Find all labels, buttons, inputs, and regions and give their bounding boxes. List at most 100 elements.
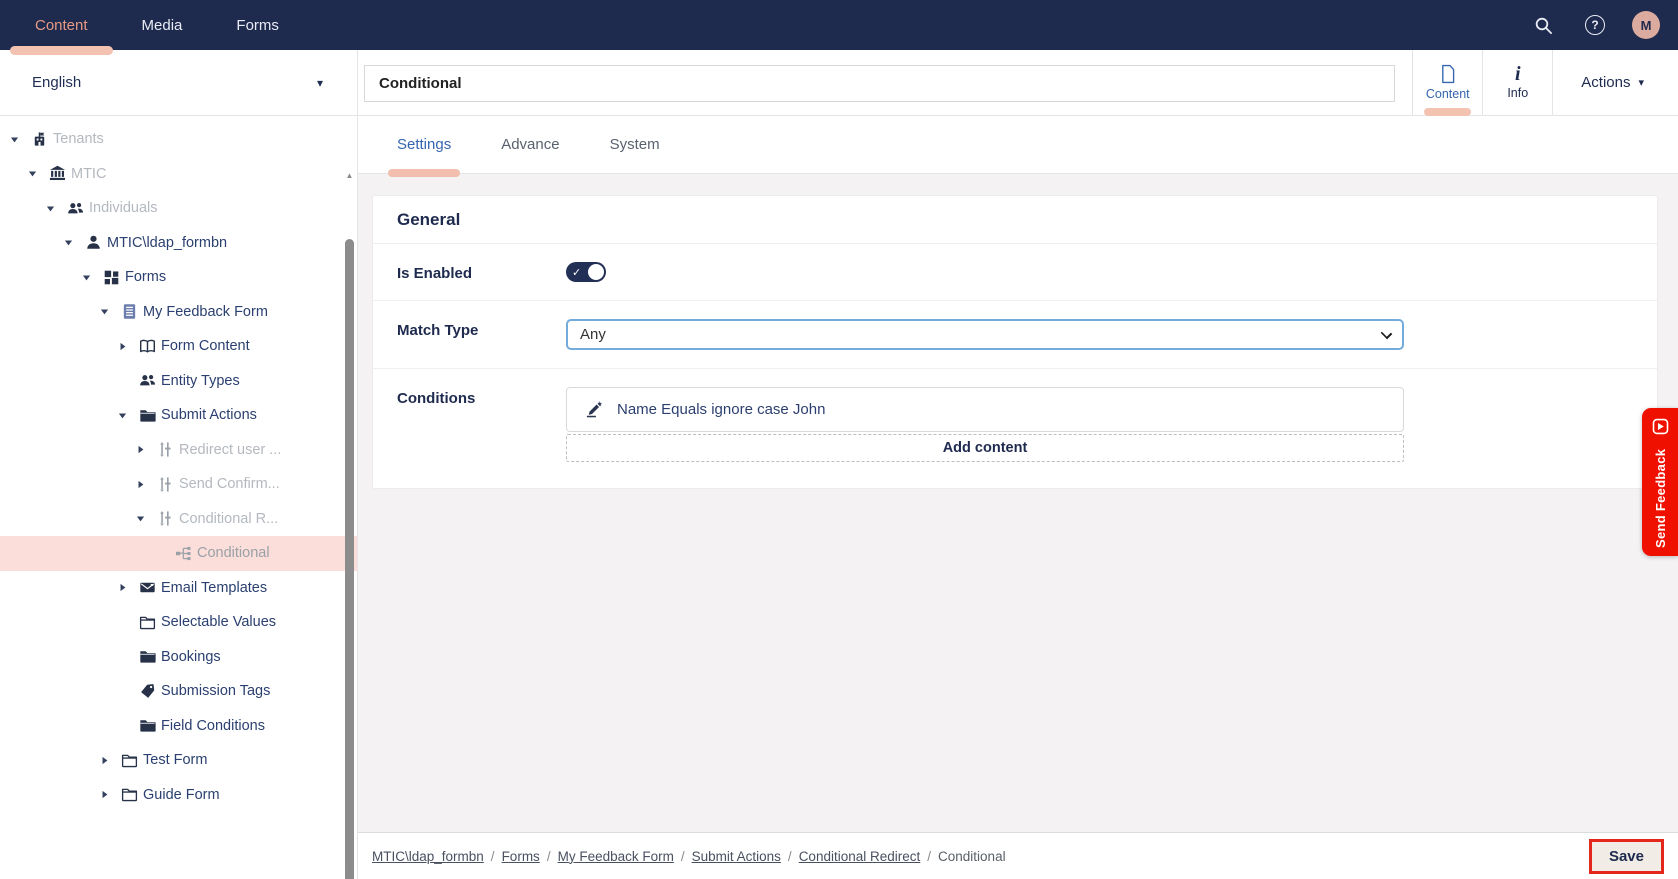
- add-content-button[interactable]: Add content: [566, 434, 1404, 462]
- footer-bar: MTIC\ldap_formbn/Forms/My Feedback Form/…: [358, 832, 1678, 879]
- tenants-icon: [27, 131, 51, 148]
- tree-item-my-feedback-form[interactable]: My Feedback Form: [0, 295, 357, 330]
- content-document-icon: [1440, 64, 1456, 84]
- caret-down-icon[interactable]: [46, 204, 63, 213]
- tag-icon: [135, 683, 159, 700]
- caret-down-icon[interactable]: [136, 514, 153, 523]
- tree-item-entity-types[interactable]: Entity Types: [0, 364, 357, 399]
- grid-icon: [99, 269, 123, 286]
- caret-down-icon[interactable]: [10, 135, 27, 144]
- is-enabled-row: Is Enabled ✓: [373, 244, 1657, 301]
- tree-item-submit-actions[interactable]: Submit Actions: [0, 398, 357, 433]
- match-type-label: Match Type: [397, 319, 566, 350]
- caret-right-icon[interactable]: [118, 342, 135, 351]
- main-panel: Content i Info Actions ▾ Settings Advance…: [358, 50, 1678, 879]
- people-icon: [135, 372, 159, 389]
- content-tree: TenantsMTICIndividualsMTIC\ldap_formbnFo…: [0, 116, 357, 812]
- form-doc-icon: [117, 303, 141, 320]
- folder-outline-icon: [117, 786, 141, 803]
- breadcrumb-link-my-feedback-form[interactable]: My Feedback Form: [558, 849, 674, 864]
- caret-right-icon[interactable]: [100, 756, 117, 765]
- caret-down-icon[interactable]: [64, 238, 81, 247]
- condition-list-item[interactable]: Name Equals ignore case John: [566, 387, 1404, 432]
- nav-item-content[interactable]: Content: [8, 0, 115, 50]
- info-app-label: Info: [1507, 86, 1528, 100]
- tree-item-individuals[interactable]: Individuals: [0, 191, 357, 226]
- branch-icon: [171, 545, 195, 562]
- tree-item-guide-form[interactable]: Guide Form: [0, 778, 357, 813]
- tree-item-test-form[interactable]: Test Form: [0, 743, 357, 778]
- folder-outline-icon: [135, 614, 159, 631]
- general-section-card: General Is Enabled ✓ Match Type: [372, 195, 1658, 489]
- language-selector[interactable]: English ▾: [0, 50, 357, 116]
- help-button[interactable]: ?: [1580, 10, 1610, 40]
- info-app-button[interactable]: i Info: [1482, 50, 1552, 115]
- folder-filled-icon: [135, 648, 159, 665]
- caret-down-icon[interactable]: [82, 273, 99, 282]
- tab-advance[interactable]: Advance: [501, 116, 559, 173]
- tab-system[interactable]: System: [610, 116, 660, 173]
- save-button[interactable]: Save: [1589, 839, 1664, 874]
- section-title: General: [373, 196, 1657, 244]
- send-feedback-tab[interactable]: Send Feedback: [1642, 408, 1678, 556]
- caret-right-icon[interactable]: [136, 480, 153, 489]
- match-type-select[interactable]: Any: [566, 319, 1404, 350]
- chevron-down-icon: ▾: [1638, 76, 1644, 89]
- tree-item-selectable-values[interactable]: Selectable Values: [0, 605, 357, 640]
- tree-item-redirect-user[interactable]: Redirect user ...: [0, 433, 357, 468]
- tree-item-conditional-r[interactable]: Conditional R...: [0, 502, 357, 537]
- user-icon: [81, 234, 105, 251]
- scroll-down-arrow-icon[interactable]: ▼: [343, 865, 356, 875]
- breadcrumb-link-mtic-ldap-formbn[interactable]: MTIC\ldap_formbn: [372, 849, 484, 864]
- search-button[interactable]: [1528, 10, 1558, 40]
- tree-item-email-templates[interactable]: Email Templates: [0, 571, 357, 606]
- edit-pencil-icon: [585, 400, 604, 419]
- caret-down-icon[interactable]: [100, 307, 117, 316]
- folder-filled-icon: [135, 407, 159, 424]
- scrollbar-thumb[interactable]: [345, 239, 354, 879]
- top-nav-sections: ContentMediaForms: [0, 0, 306, 50]
- conditions-row: Conditions Name Equals ignore case John …: [373, 369, 1657, 488]
- breadcrumb-link-forms[interactable]: Forms: [502, 849, 540, 864]
- sliders-icon: [153, 441, 177, 458]
- tree-item-bookings[interactable]: Bookings: [0, 640, 357, 675]
- breadcrumb-current: Conditional: [938, 849, 1006, 864]
- content-app-button[interactable]: Content: [1412, 50, 1482, 115]
- nav-item-forms[interactable]: Forms: [209, 0, 306, 50]
- settings-tabbar: Settings Advance System: [358, 116, 1678, 174]
- document-title-input[interactable]: [364, 65, 1395, 102]
- caret-down-icon[interactable]: [28, 169, 45, 178]
- document-header: Content i Info Actions ▾: [358, 50, 1678, 116]
- is-enabled-toggle[interactable]: ✓: [566, 262, 606, 282]
- caret-right-icon[interactable]: [118, 583, 135, 592]
- breadcrumb-link-submit-actions[interactable]: Submit Actions: [692, 849, 781, 864]
- caret-right-icon[interactable]: [136, 445, 153, 454]
- user-avatar[interactable]: M: [1632, 11, 1660, 39]
- tree-item-send-confirm[interactable]: Send Confirm...: [0, 467, 357, 502]
- caret-right-icon[interactable]: [100, 790, 117, 799]
- scroll-up-arrow-icon[interactable]: ▲: [343, 171, 356, 181]
- tree-item-tenants[interactable]: Tenants: [0, 122, 357, 157]
- is-enabled-label: Is Enabled: [397, 262, 566, 282]
- nav-item-media[interactable]: Media: [115, 0, 210, 50]
- sidebar-scrollbar[interactable]: ▲ ▼: [343, 167, 356, 879]
- breadcrumb-link-conditional-redirect[interactable]: Conditional Redirect: [799, 849, 921, 864]
- conditions-label: Conditions: [397, 387, 566, 462]
- sidebar: English ▾ TenantsMTICIndividualsMTIC\lda…: [0, 50, 358, 879]
- tree-item-mtic[interactable]: MTIC: [0, 157, 357, 192]
- email-icon: [135, 579, 159, 596]
- tree-item-conditional[interactable]: Conditional: [0, 536, 357, 571]
- toggle-knob: [588, 264, 604, 280]
- actions-dropdown-button[interactable]: Actions ▾: [1552, 50, 1678, 115]
- tree-item-field-conditions[interactable]: Field Conditions: [0, 709, 357, 744]
- tree-item-mtic-ldap-formbn[interactable]: MTIC\ldap_formbn: [0, 226, 357, 261]
- breadcrumb: MTIC\ldap_formbn/Forms/My Feedback Form/…: [372, 849, 1006, 864]
- tab-settings[interactable]: Settings: [397, 116, 451, 173]
- tree-item-form-content[interactable]: Form Content: [0, 329, 357, 364]
- tree-item-forms[interactable]: Forms: [0, 260, 357, 295]
- caret-down-icon[interactable]: [118, 411, 135, 420]
- bank-icon: [45, 165, 69, 182]
- tree-item-submission-tags[interactable]: Submission Tags: [0, 674, 357, 709]
- send-feedback-icon: [1652, 418, 1669, 435]
- search-icon: [1534, 16, 1553, 35]
